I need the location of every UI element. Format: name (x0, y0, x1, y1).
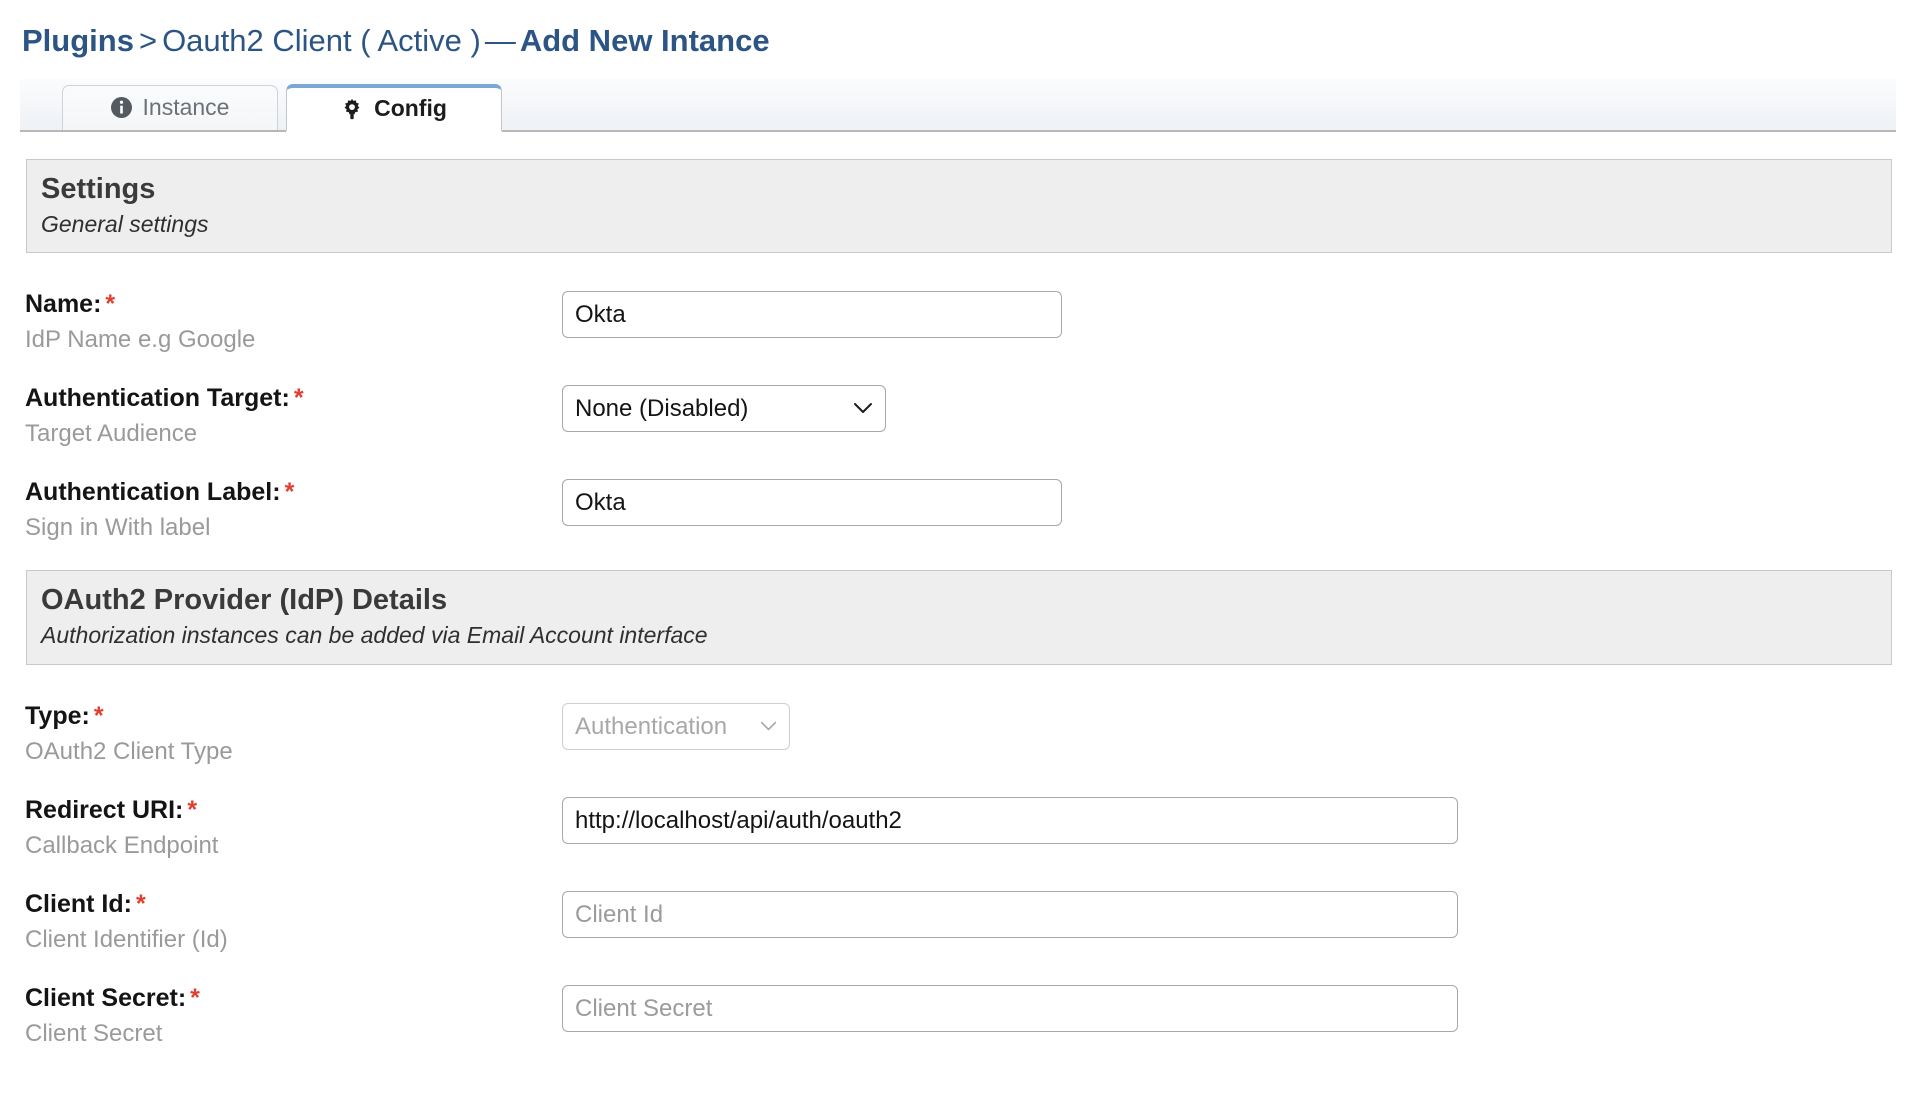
client-secret-hint: Client Secret (25, 1019, 562, 1049)
type-label-text: Type: (25, 702, 90, 730)
section-header-idp-details: OAuth2 Provider (IdP) Details Authorizat… (26, 570, 1892, 665)
breadcrumb-separator-icon: > (134, 23, 162, 58)
field-input-column (562, 477, 1916, 526)
field-row-name: Name:* IdP Name e.g Google (0, 289, 1916, 355)
required-indicator: * (187, 796, 197, 824)
field-input-column (562, 289, 1916, 338)
authentication-label-label-text: Authentication Label: (25, 478, 281, 506)
section-subtitle: General settings (41, 210, 1891, 240)
required-indicator: * (136, 890, 146, 918)
authentication-label-input[interactable] (562, 479, 1062, 526)
field-label-column: Type:* OAuth2 Client Type (25, 701, 562, 767)
tab-bar: Instance Config (20, 79, 1896, 132)
field-label-column: Name:* IdP Name e.g Google (25, 289, 562, 355)
required-indicator: * (285, 478, 295, 506)
client-id-label-text: Client Id: (25, 890, 132, 918)
tab-instance-label: Instance (143, 94, 230, 121)
name-input[interactable] (562, 291, 1062, 338)
redirect-uri-label-text: Redirect URI: (25, 796, 183, 824)
client-id-hint: Client Identifier (Id) (25, 925, 562, 955)
chevron-down-icon (760, 721, 777, 732)
authentication-target-value: None (Disabled) (575, 395, 748, 423)
authentication-target-label: Authentication Target:* (25, 383, 562, 413)
name-label: Name:* (25, 289, 562, 319)
client-id-label: Client Id:* (25, 889, 562, 919)
name-label-text: Name: (25, 290, 101, 318)
section-title: OAuth2 Provider (IdP) Details (41, 583, 1891, 618)
client-secret-input[interactable] (562, 985, 1458, 1032)
authentication-label-hint: Sign in With label (25, 513, 562, 543)
info-circle-icon (111, 97, 132, 118)
authentication-label-label: Authentication Label:* (25, 477, 562, 507)
field-input-column: Authentication (562, 701, 1916, 750)
config-form: Settings General settings Name:* IdP Nam… (0, 159, 1916, 1049)
type-value: Authentication (575, 713, 727, 741)
chevron-down-icon (853, 402, 873, 415)
breadcrumb: Plugins>Oauth2 Client ( Active )—Add New… (0, 0, 1916, 75)
breadcrumb-root[interactable]: Plugins (22, 23, 134, 58)
required-indicator: * (294, 384, 304, 412)
type-hint: OAuth2 Client Type (25, 737, 562, 767)
breadcrumb-dash: — (481, 23, 520, 58)
field-input-column (562, 983, 1916, 1032)
client-secret-label-text: Client Secret: (25, 984, 186, 1012)
field-label-column: Authentication Label:* Sign in With labe… (25, 477, 562, 543)
authentication-target-select[interactable]: None (Disabled) (562, 385, 886, 432)
section-title: Settings (41, 172, 1891, 207)
gear-icon (341, 98, 363, 120)
redirect-uri-hint: Callback Endpoint (25, 831, 562, 861)
breadcrumb-plugin[interactable]: Oauth2 Client ( Active ) (162, 23, 481, 58)
field-label-column: Authentication Target:* Target Audience (25, 383, 562, 449)
authentication-target-hint: Target Audience (25, 419, 562, 449)
type-select: Authentication (562, 703, 790, 750)
field-row-redirect-uri: Redirect URI:* Callback Endpoint (0, 795, 1916, 861)
tab-config-label: Config (374, 95, 447, 122)
name-hint: IdP Name e.g Google (25, 325, 562, 355)
field-row-authentication-target: Authentication Target:* Target Audience … (0, 383, 1916, 449)
breadcrumb-current: Add New Intance (520, 23, 770, 58)
section-header-settings: Settings General settings (26, 159, 1892, 254)
field-input-column (562, 795, 1916, 844)
field-row-client-id: Client Id:* Client Identifier (Id) (0, 889, 1916, 955)
field-input-column (562, 889, 1916, 938)
redirect-uri-label: Redirect URI:* (25, 795, 562, 825)
field-label-column: Client Secret:* Client Secret (25, 983, 562, 1049)
field-input-column: None (Disabled) (562, 383, 1916, 432)
field-row-type: Type:* OAuth2 Client Type Authentication (0, 701, 1916, 767)
authentication-target-label-text: Authentication Target: (25, 384, 290, 412)
type-label: Type:* (25, 701, 562, 731)
field-row-client-secret: Client Secret:* Client Secret (0, 983, 1916, 1049)
required-indicator: * (94, 702, 104, 730)
tab-instance[interactable]: Instance (62, 85, 278, 130)
field-label-column: Client Id:* Client Identifier (Id) (25, 889, 562, 955)
tab-config[interactable]: Config (286, 84, 502, 132)
section-subtitle: Authorization instances can be added via… (41, 621, 1891, 651)
redirect-uri-input[interactable] (562, 797, 1458, 844)
required-indicator: * (105, 290, 115, 318)
field-label-column: Redirect URI:* Callback Endpoint (25, 795, 562, 861)
required-indicator: * (190, 984, 200, 1012)
client-secret-label: Client Secret:* (25, 983, 562, 1013)
client-id-input[interactable] (562, 891, 1458, 938)
field-row-authentication-label: Authentication Label:* Sign in With labe… (0, 477, 1916, 543)
